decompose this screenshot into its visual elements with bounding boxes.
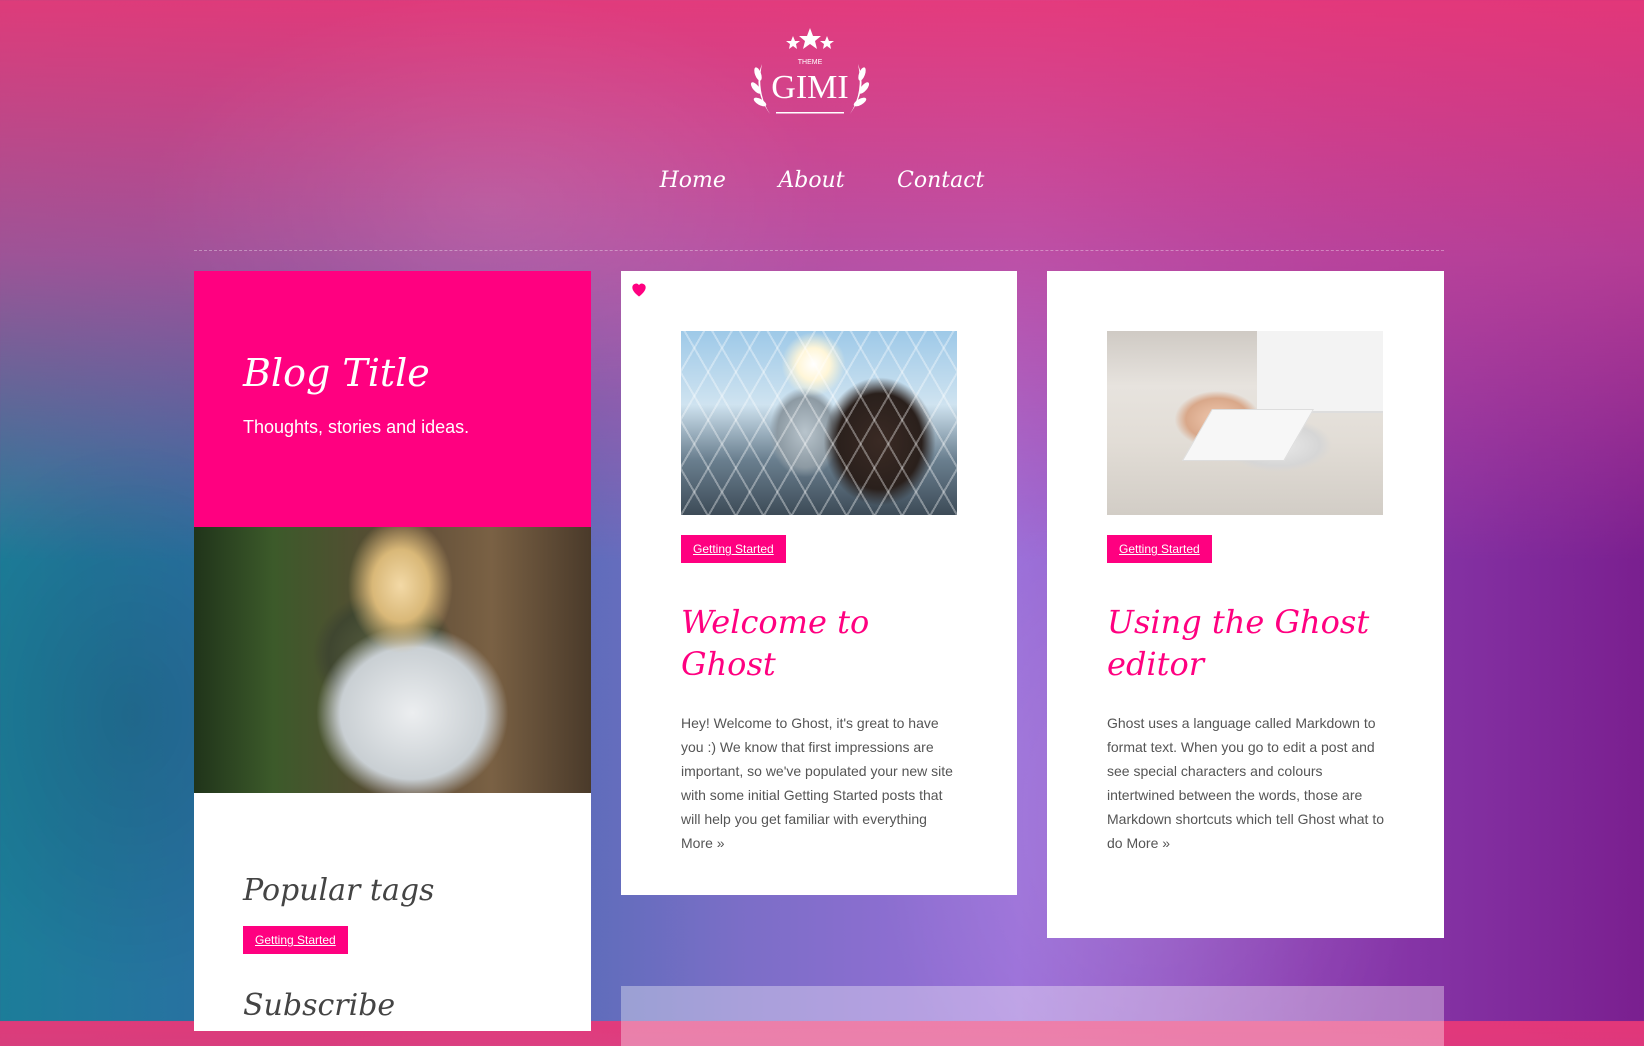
post-excerpt: Hey! Welcome to Ghost, it's great to hav… — [681, 715, 953, 851]
post-title[interactable]: Welcome to Ghost — [681, 601, 957, 685]
read-more-link[interactable]: More » — [1126, 835, 1170, 851]
tag-getting-started[interactable]: Getting Started — [243, 926, 348, 954]
svg-text:GIMI: GIMI — [771, 69, 848, 106]
post-tag[interactable]: Getting Started — [681, 535, 786, 563]
post-image[interactable] — [681, 331, 957, 515]
post-card: Getting Started Welcome to Ghost Hey! We… — [621, 271, 1017, 895]
post-image[interactable] — [1107, 331, 1383, 515]
nav-home[interactable]: Home — [660, 168, 726, 193]
popular-tags-heading: Popular tags — [243, 873, 435, 908]
main-nav: Home About Contact — [0, 168, 1644, 193]
post-excerpt: Ghost uses a language called Markdown to… — [1107, 715, 1385, 851]
post-title[interactable]: Using the Ghost editor — [1107, 601, 1384, 685]
subscribe-heading: Subscribe — [243, 988, 396, 1023]
blog-description: Thoughts, stories and ideas. — [243, 417, 470, 437]
header-divider — [194, 250, 1444, 251]
svg-text:THEME: THEME — [798, 59, 823, 66]
post-card: Getting Started Using the Ghost editor G… — [1047, 271, 1444, 938]
nav-contact[interactable]: Contact — [897, 168, 984, 193]
post-tag[interactable]: Getting Started — [1107, 535, 1212, 563]
blog-title: Blog Title — [243, 351, 430, 395]
blog-cover-image — [194, 527, 591, 793]
sidebar: Blog Title Thoughts, stories and ideas. … — [194, 271, 591, 1031]
read-more-link[interactable]: More » — [681, 835, 725, 851]
post-card-partial — [621, 986, 1444, 1046]
nav-about[interactable]: About — [778, 168, 844, 193]
heart-icon — [632, 283, 646, 297]
site-logo[interactable]: THEME GIMI — [742, 24, 878, 124]
laurel-logo-icon: THEME GIMI — [750, 28, 870, 114]
blog-hero: Blog Title Thoughts, stories and ideas. — [194, 271, 591, 527]
sidebar-widgets: Popular tags Getting Started Subscribe — [194, 793, 591, 1023]
